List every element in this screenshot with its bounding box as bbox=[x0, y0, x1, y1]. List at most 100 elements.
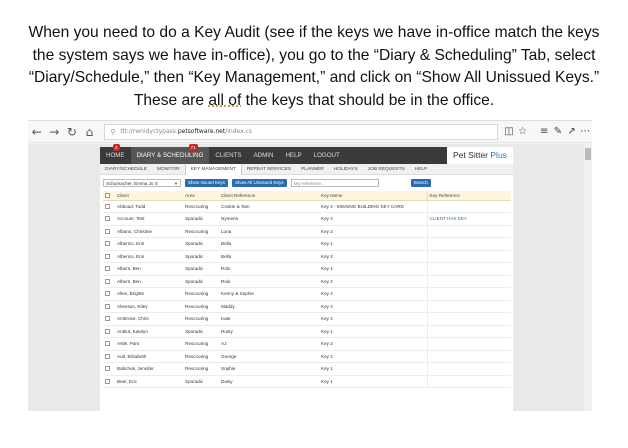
cell-key-reference bbox=[426, 250, 511, 263]
subtab-monitor[interactable]: MONITOR bbox=[152, 164, 185, 175]
home-icon[interactable]: ⌂ bbox=[81, 125, 99, 139]
key-reference-search-input[interactable]: key reference... bbox=[290, 179, 379, 187]
subtab-holidays[interactable]: HOLIDAYS bbox=[329, 164, 363, 175]
table-row[interactable]: Beer, Eric Sporadic Daisy Key 1 bbox=[103, 375, 511, 388]
row-checkbox[interactable] bbox=[103, 237, 115, 251]
cell-key-reference bbox=[426, 200, 511, 213]
cell-client: Astle, Pam bbox=[115, 337, 183, 351]
subtab-repeat-services[interactable]: REPEAT SERVICES bbox=[242, 164, 296, 175]
col-client-reference[interactable]: Client Reference bbox=[219, 191, 319, 201]
favorites-bar-icon[interactable]: ≡ bbox=[537, 126, 551, 137]
table-row[interactable]: Ambrose, Chris Reoccuring Kate Key 2 bbox=[103, 312, 511, 326]
row-checkbox[interactable] bbox=[103, 200, 115, 213]
notes-icon[interactable]: ✎ bbox=[551, 126, 565, 137]
cell-area: Reoccuring bbox=[183, 312, 219, 326]
tab-home-label: HOME bbox=[106, 152, 125, 159]
table-row[interactable]: Abboud, Todd Reoccuring Cookie & Tam Key 2 … bbox=[103, 200, 511, 213]
more-icon[interactable]: ⋯ bbox=[578, 126, 592, 137]
cell-key-reference bbox=[426, 287, 511, 301]
tab-clients[interactable]: CLIENTS bbox=[209, 147, 247, 164]
table-row[interactable]: Allen, Brigitte Reoccuring Kenny & Sophie K… bbox=[103, 287, 511, 301]
col-area[interactable]: Area bbox=[183, 191, 219, 201]
table-row[interactable]: Albano, Christine Reoccuring Luna Key 2 bbox=[103, 225, 511, 238]
caption-underlined: all of bbox=[208, 91, 242, 109]
cell-area: Reoccuring bbox=[183, 200, 219, 213]
cell-client-reference: Bella bbox=[219, 250, 319, 263]
filter-bar: Schumacher, Emma Jo S ▼ Show Issued Keys … bbox=[100, 175, 513, 191]
subtab-diary-schedule[interactable]: DIARY/SCHEDULE bbox=[100, 164, 152, 175]
sitter-select[interactable]: Schumacher, Emma Jo S ▼ bbox=[103, 179, 181, 187]
table-row[interactable]: Astle, Pam Reoccuring AJ Key 2 bbox=[103, 337, 511, 351]
cell-client-reference: Daisy bbox=[219, 375, 319, 388]
row-checkbox[interactable] bbox=[103, 375, 115, 388]
subtab-job-requests[interactable]: JOB REQUESTS bbox=[363, 164, 410, 175]
cell-key-name: Key 2 bbox=[319, 212, 427, 226]
row-checkbox[interactable] bbox=[103, 275, 115, 288]
row-checkbox[interactable] bbox=[103, 337, 115, 351]
cell-area: Reoccuring bbox=[183, 287, 219, 301]
table-row[interactable]: Antkut, Katelyn Sporadic Rusty Key 1 bbox=[103, 325, 511, 338]
col-key-name[interactable]: Key Name bbox=[319, 191, 427, 201]
table-row[interactable]: Alberico, Erin Sporadic Bella Key 2 bbox=[103, 250, 511, 263]
cell-client: Abboud, Todd bbox=[115, 200, 183, 213]
row-checkbox[interactable] bbox=[103, 262, 115, 276]
cell-client-reference: Maddy bbox=[219, 300, 319, 313]
search-button[interactable]: Search bbox=[410, 179, 431, 187]
table-row[interactable]: Alberico, Erin Sporadic Bella Key 1 bbox=[103, 237, 511, 251]
subtab-key-management[interactable]: KEY MANAGEMENT bbox=[184, 163, 242, 175]
cell-key-reference bbox=[426, 300, 511, 313]
cell-key-name: Key 2 bbox=[319, 275, 427, 288]
row-checkbox[interactable] bbox=[103, 300, 115, 313]
row-checkbox[interactable] bbox=[103, 225, 115, 238]
cell-key-name: Key 2 bbox=[319, 312, 427, 326]
address-bar[interactable]: ⚲ tlt://rwnidyctypass. petsoftware.net/in… bbox=[104, 123, 499, 140]
cell-client-reference: Luna bbox=[219, 225, 319, 238]
cell-client-reference: AJ bbox=[219, 337, 319, 351]
cell-key-reference bbox=[426, 362, 511, 376]
row-checkbox[interactable] bbox=[103, 312, 115, 326]
show-all-unissued-keys-button[interactable]: Show All Unissued Keys bbox=[232, 179, 287, 187]
tab-home[interactable]: HOME 2 bbox=[100, 144, 131, 164]
page-scrollbar[interactable] bbox=[584, 144, 592, 411]
tab-admin[interactable]: ADMIN bbox=[248, 147, 280, 164]
row-checkbox[interactable] bbox=[103, 287, 115, 301]
home-badge: 2 bbox=[113, 144, 120, 151]
cell-key-reference bbox=[426, 225, 511, 238]
table-row[interactable]: Albers, Ben Sporadic Rolo Key 1 bbox=[103, 262, 511, 276]
forward-icon[interactable]: → bbox=[46, 125, 64, 139]
cell-key-name: Key 2 bbox=[319, 350, 427, 363]
show-issued-keys-button[interactable]: Show Issued Keys bbox=[185, 179, 229, 187]
table-row[interactable]: Ault, Elizabeth Reoccuring George Key 2 bbox=[103, 350, 511, 363]
cell-key-reference bbox=[426, 262, 511, 276]
col-key-reference[interactable]: Key Reference bbox=[426, 191, 511, 201]
scrollbar-thumb[interactable] bbox=[585, 148, 591, 160]
reader-icon[interactable]: ◫ bbox=[502, 126, 516, 137]
row-checkbox[interactable] bbox=[103, 325, 115, 338]
cell-key-name: Key 1 bbox=[319, 262, 427, 276]
cell-area: Reoccuring bbox=[183, 362, 219, 376]
row-checkbox[interactable] bbox=[103, 250, 115, 263]
table-row[interactable]: Babchuk, Jennifer Reoccuring Sophie Key 1 bbox=[103, 362, 511, 376]
table-row[interactable]: Albers, Ben Sporadic Rolo Key 2 bbox=[103, 275, 511, 288]
row-checkbox[interactable] bbox=[103, 212, 115, 226]
tab-help[interactable]: HELP bbox=[279, 147, 307, 164]
back-icon[interactable]: ← bbox=[28, 125, 46, 139]
subtab-help[interactable]: HELP bbox=[410, 164, 433, 175]
tab-logout[interactable]: LOGOUT bbox=[308, 147, 346, 164]
subtab-planner[interactable]: PLANNER bbox=[296, 164, 329, 175]
row-checkbox[interactable] bbox=[103, 362, 115, 376]
cell-client-reference: Sophie bbox=[219, 362, 319, 376]
tab-diary-scheduling[interactable]: DIARY & SCHEDULING 71 bbox=[130, 144, 210, 164]
share-icon[interactable]: ↗ bbox=[565, 126, 579, 137]
table-row[interactable]: Account, Test Sporadic Nymeria Key 2 CLIENT … bbox=[103, 212, 511, 226]
refresh-icon[interactable]: ↻ bbox=[63, 125, 81, 139]
cell-client-reference: Bella bbox=[219, 237, 319, 251]
row-checkbox[interactable] bbox=[103, 350, 115, 363]
table-row[interactable]: Alverson, Riley Reoccuring Maddy Key 2 bbox=[103, 300, 511, 313]
cell-key-name: Key 2 bbox=[319, 337, 427, 351]
favorite-icon[interactable]: ☆ bbox=[516, 126, 530, 137]
col-client[interactable]: Client bbox=[115, 191, 183, 201]
lock-icon: ⚲ bbox=[110, 127, 116, 136]
select-all-checkbox[interactable] bbox=[103, 191, 115, 201]
cell-client: Antkut, Katelyn bbox=[115, 325, 183, 338]
